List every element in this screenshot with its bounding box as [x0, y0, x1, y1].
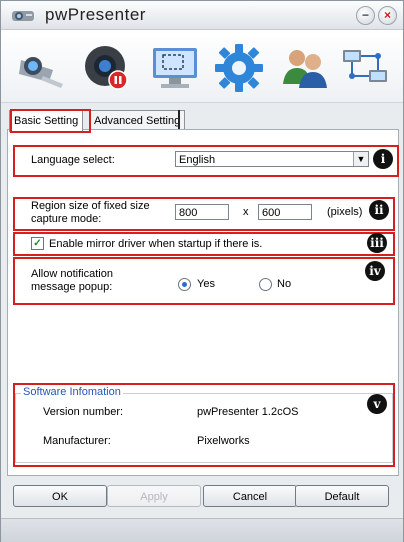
minimize-icon: −: [361, 8, 369, 22]
annotation-badge-ii: ii: [369, 200, 389, 220]
status-bar: [1, 518, 403, 542]
screen-capture-icon[interactable]: [147, 40, 203, 96]
region-separator: x: [243, 206, 249, 218]
manufacturer-value: Pixelworks: [197, 435, 250, 447]
users-icon[interactable]: [277, 40, 333, 96]
notification-yes-radio[interactable]: [178, 278, 191, 291]
language-value: English: [179, 154, 216, 166]
software-info-legend: Software Infomation: [21, 386, 123, 398]
settings-gear-icon[interactable]: [211, 40, 267, 96]
minimize-button[interactable]: −: [356, 6, 375, 25]
annotation-badge-iv: iv: [365, 261, 385, 281]
projector-icon[interactable]: [13, 40, 69, 96]
annotation-badge-i: i: [373, 149, 393, 169]
region-height-input[interactable]: 600: [258, 204, 312, 220]
ok-button[interactable]: OK: [13, 485, 107, 507]
version-value: pwPresenter 1.2cOS: [197, 406, 299, 418]
language-select[interactable]: English ▼: [175, 151, 369, 167]
network-icon[interactable]: [337, 40, 393, 96]
notification-label: Allow notification message popup:: [31, 268, 113, 293]
cancel-button[interactable]: Cancel: [203, 485, 297, 507]
tab-advanced-setting[interactable]: Advanced Setting: [89, 110, 186, 131]
version-label: Version number:: [43, 406, 124, 418]
notification-yes-label: Yes: [197, 278, 215, 290]
region-label: Region size of fixed size capture mode:: [31, 200, 150, 225]
pwpresenter-window: pwPresenter − × Basic Setting Advanced S…: [0, 0, 404, 542]
main-toolbar: [1, 30, 403, 103]
close-button[interactable]: ×: [378, 6, 397, 25]
chevron-down-icon[interactable]: ▼: [353, 152, 368, 166]
region-unit: (pixels): [327, 206, 363, 218]
apply-button[interactable]: Apply: [107, 485, 201, 507]
webcam-record-icon[interactable]: [79, 40, 135, 96]
annotation-badge-v: v: [367, 394, 387, 414]
tab-divider: [178, 110, 180, 130]
notification-no-label: No: [277, 278, 292, 290]
mirror-driver-label: Enable mirror driver when startup if the…: [49, 238, 263, 250]
region-width-input[interactable]: 800: [175, 204, 229, 220]
projector-app-icon: [12, 11, 34, 21]
manufacturer-label: Manufacturer:: [43, 435, 111, 447]
mirror-driver-checkbox[interactable]: ✓: [31, 237, 44, 250]
language-label: Language select:: [31, 154, 115, 166]
default-button[interactable]: Default: [295, 485, 389, 507]
close-icon: ×: [383, 8, 391, 22]
notification-no-radio[interactable]: [259, 278, 272, 291]
basic-tab-highlight: [10, 109, 91, 133]
annotation-badge-iii: iii: [367, 233, 387, 253]
window-title: pwPresenter: [45, 5, 146, 24]
title-bar[interactable]: pwPresenter − ×: [1, 1, 403, 30]
software-info-group: [15, 393, 393, 463]
